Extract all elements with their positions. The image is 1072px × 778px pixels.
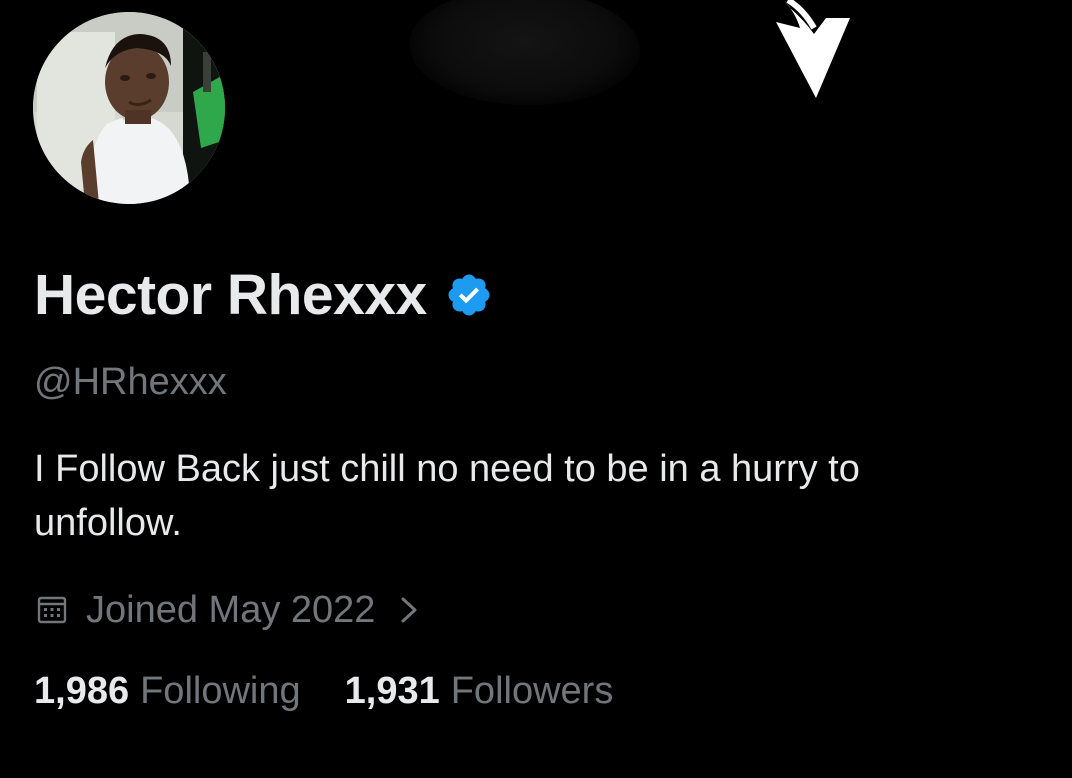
- joined-date-text: Joined May 2022: [86, 588, 376, 631]
- arrow-down-icon: [776, 0, 850, 98]
- profile-handle: @HRhexxx: [34, 361, 227, 403]
- avatar-photo: [33, 12, 225, 204]
- banner-shadow-shape: [410, 0, 640, 105]
- following-label: Following: [140, 670, 301, 712]
- calendar-icon: [36, 594, 68, 626]
- following-link[interactable]: 1,986 Following: [34, 670, 301, 713]
- display-name: Hector Rhexxx: [34, 262, 427, 327]
- chevron-right-icon: [399, 595, 421, 625]
- profile-counts: 1,986 Following 1,931 Followers: [34, 670, 613, 713]
- joined-date-row[interactable]: Joined May 2022: [36, 586, 421, 634]
- display-name-row: Hector Rhexxx: [34, 260, 493, 330]
- followers-count: 1,931: [344, 670, 440, 712]
- verified-badge-icon[interactable]: [445, 271, 493, 319]
- followers-link[interactable]: 1,931 Followers: [345, 670, 614, 713]
- avatar[interactable]: [33, 12, 225, 204]
- followers-label: Followers: [450, 670, 614, 712]
- following-count: 1,986: [34, 670, 130, 712]
- profile-bio: I Follow Back just chill no need to be i…: [34, 448, 860, 544]
- profile-page: Hector Rhexxx @HRhexxx I Follow Back jus…: [0, 0, 1072, 778]
